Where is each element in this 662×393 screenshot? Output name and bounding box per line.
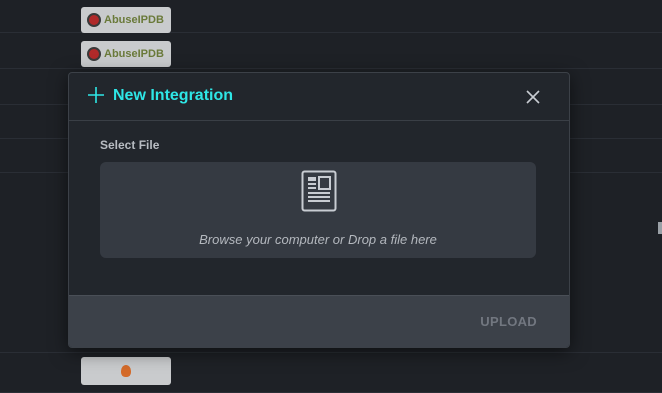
plus-icon — [88, 87, 104, 103]
dialog-header: New Integration — [69, 73, 569, 121]
select-file-label: Select File — [100, 138, 160, 152]
dialog-title: New Integration — [113, 87, 234, 104]
new-integration-dialog: New Integration Select File Browse your … — [68, 72, 570, 348]
close-icon[interactable] — [525, 89, 541, 105]
upload-button[interactable]: UPLOAD — [480, 314, 537, 329]
document-icon — [301, 170, 337, 212]
dialog-footer: UPLOAD — [69, 295, 569, 347]
file-dropzone[interactable]: Browse your computer or Drop a file here — [100, 162, 536, 258]
dropzone-hint: Browse your computer or Drop a file here — [199, 232, 437, 247]
